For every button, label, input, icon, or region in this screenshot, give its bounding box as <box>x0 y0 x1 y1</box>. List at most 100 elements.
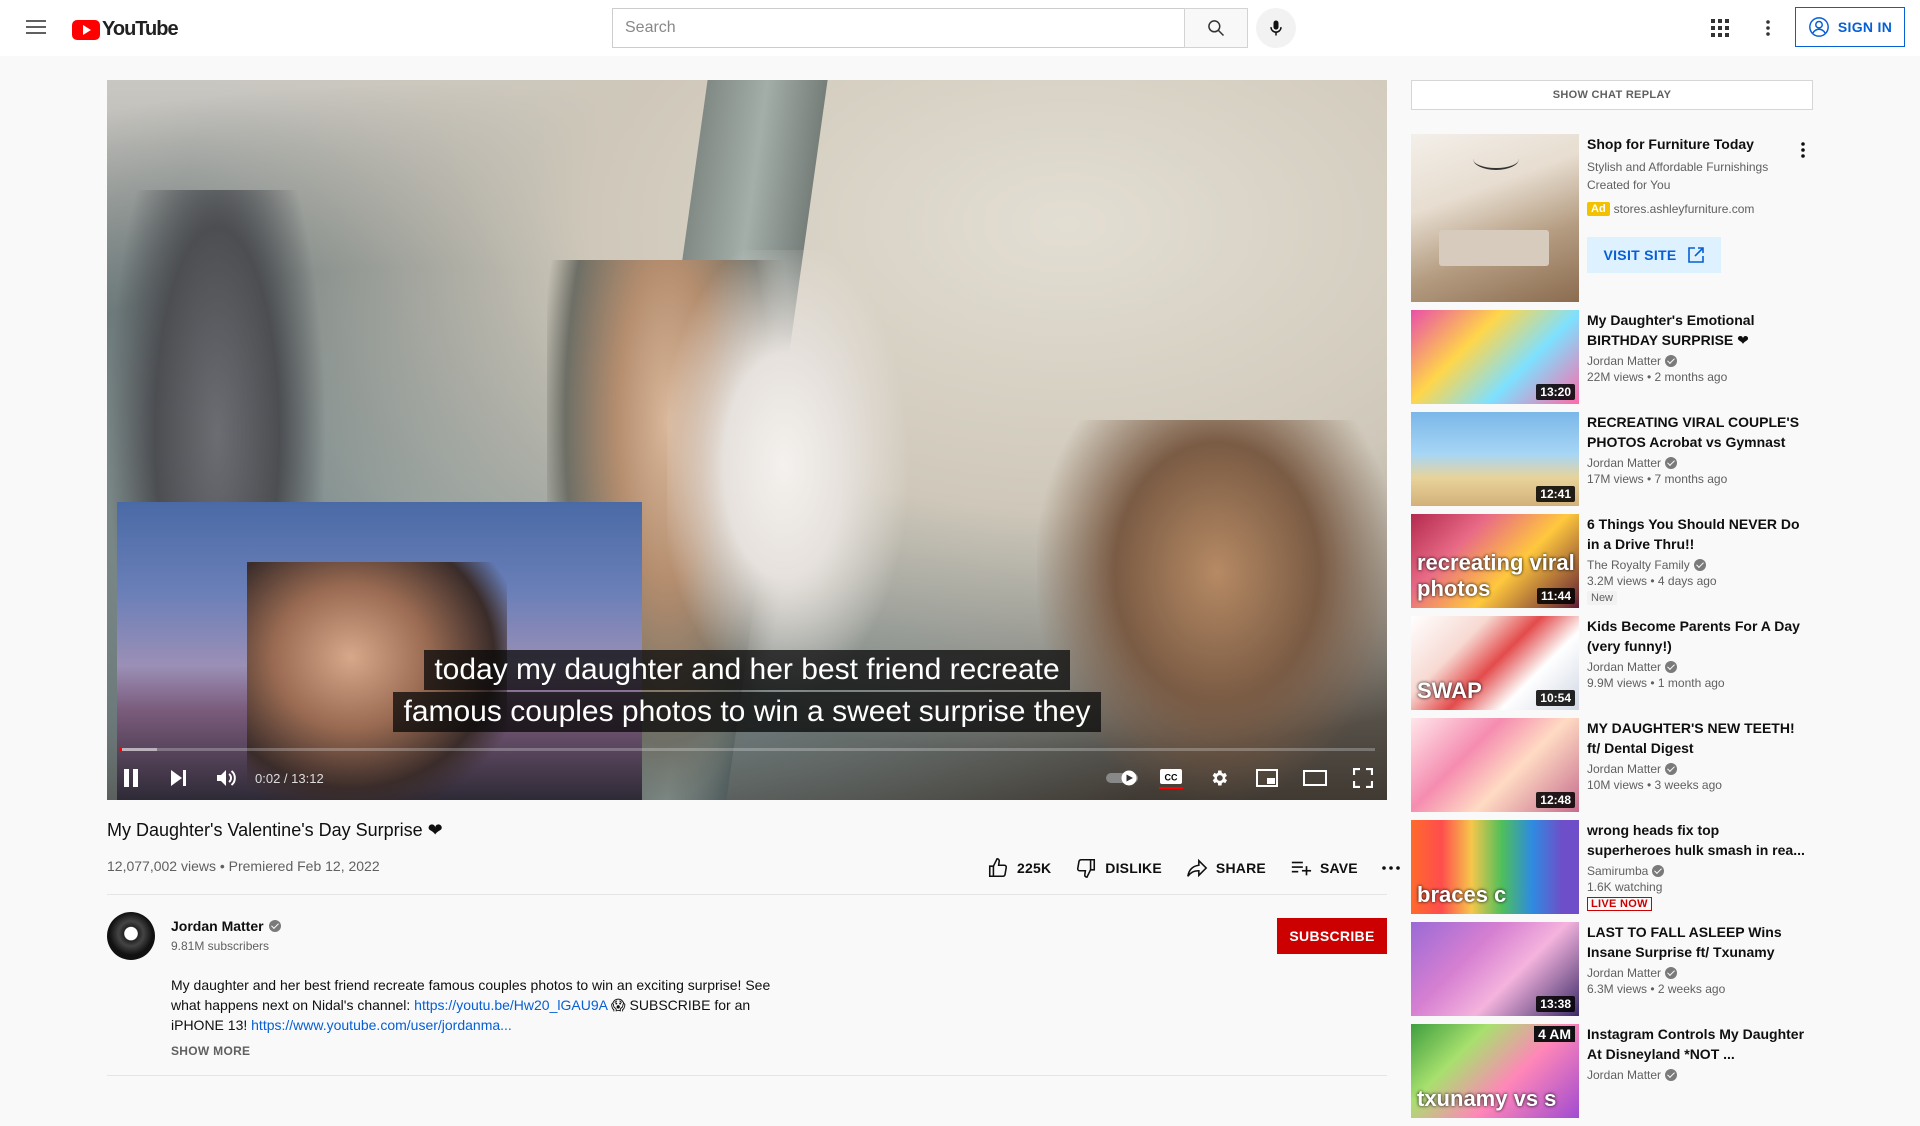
open-external-icon <box>1687 247 1704 263</box>
channel-name-text: Jordan Matter <box>1587 660 1662 674</box>
search-input[interactable] <box>612 8 1184 48</box>
recommended-video[interactable]: 12:41 RECREATING VIRAL COUPLE'S PHOTOS Ac… <box>1411 412 1813 506</box>
voice-search-button[interactable] <box>1256 8 1296 48</box>
miniplayer-button[interactable] <box>1243 756 1291 800</box>
recommended-video[interactable]: recreating viral photos 11:44 6 Things You… <box>1411 514 1813 608</box>
video-stats: 17M views • 7 months ago <box>1587 472 1728 486</box>
settings-button[interactable] <box>1195 756 1243 800</box>
video-thumbnail[interactable]: recreating viral photos 11:44 <box>1411 514 1579 608</box>
visit-site-button[interactable]: VISIT SITE <box>1587 237 1721 273</box>
logo-text: YouTube <box>102 18 179 40</box>
channel-name[interactable]: Samirumba <box>1587 864 1805 878</box>
playlist-add-icon <box>1291 861 1312 876</box>
video-title: My Daughter's Valentine's Day Surprise ❤ <box>107 820 443 840</box>
more-actions-button[interactable] <box>1370 850 1412 886</box>
show-chat-replay-button[interactable]: SHOW CHAT REPLAY <box>1411 80 1813 110</box>
caption-line-1: today my daughter and her best friend re… <box>424 650 1070 690</box>
video-player[interactable]: today my daughter and her best friend re… <box>107 80 1387 800</box>
autoplay-toggle-icon <box>1106 770 1138 786</box>
description-link-2[interactable]: https://www.youtube.com/user/jordanma... <box>251 1017 512 1033</box>
channel-name-text: The Royalty Family <box>1587 558 1690 572</box>
description-link-1[interactable]: https://youtu.be/Hw20_lGAU9A <box>414 997 607 1013</box>
video-meta: 12,077,002 views • Premiered Feb 12, 202… <box>107 858 380 874</box>
apps-button[interactable] <box>1700 12 1740 44</box>
video-title[interactable]: RECREATING VIRAL COUPLE'S PHOTOS Acrobat… <box>1587 412 1805 452</box>
dislike-button[interactable]: DISLIKE <box>1063 850 1174 886</box>
video-stats: 22M views • 2 months ago <box>1587 370 1728 384</box>
subtitles-button[interactable]: CC <box>1147 756 1195 800</box>
channel-name[interactable]: Jordan Matter <box>1587 354 1805 368</box>
channel-name-text: Jordan Matter <box>1587 762 1662 776</box>
video-details: wrong heads fix top superheroes hulk sma… <box>1579 820 1805 914</box>
video-title[interactable]: 6 Things You Should NEVER Do in a Drive … <box>1587 514 1805 554</box>
video-title[interactable]: Kids Become Parents For A Day (very funn… <box>1587 616 1805 656</box>
channel-name[interactable]: Jordan Matter <box>1587 660 1805 674</box>
pause-button[interactable] <box>107 756 155 800</box>
fullscreen-icon <box>1353 768 1373 788</box>
verified-icon <box>268 920 281 932</box>
mute-button[interactable] <box>203 756 251 800</box>
video-title[interactable]: Instagram Controls My Daughter At Disney… <box>1587 1024 1805 1064</box>
caption-window: today my daughter and her best friend re… <box>107 650 1387 734</box>
menu-icon[interactable] <box>24 16 48 40</box>
duration-badge: 11:44 <box>1536 588 1575 604</box>
video-title[interactable]: LAST TO FALL ASLEEP Wins Insane Surprise… <box>1587 922 1805 962</box>
channel-name[interactable]: Jordan Matter <box>1587 1068 1805 1082</box>
video-title[interactable]: wrong heads fix top superheroes hulk sma… <box>1587 820 1805 860</box>
youtube-logo[interactable]: YouTube <box>72 18 179 41</box>
channel-avatar[interactable] <box>107 912 155 960</box>
share-button[interactable]: SHARE <box>1174 850 1278 886</box>
ad-thumbnail[interactable] <box>1411 134 1579 302</box>
autoplay-toggle[interactable] <box>1099 756 1147 800</box>
like-button[interactable]: 225K <box>975 850 1063 886</box>
ad-menu-button[interactable] <box>1791 138 1815 162</box>
video-thumbnail[interactable]: 13:38 <box>1411 922 1579 1016</box>
sign-in-button[interactable]: SIGN IN <box>1795 7 1905 47</box>
video-thumbnail[interactable]: SWAP 10:54 <box>1411 616 1579 710</box>
video-title[interactable]: MY DAUGHTER'S NEW TEETH! ft/ Dental Dige… <box>1587 718 1805 758</box>
video-thumbnail[interactable]: 13:20 <box>1411 310 1579 404</box>
video-actions: 225K DISLIKE SHARE SAVE <box>975 850 1412 886</box>
share-label: SHARE <box>1215 860 1266 876</box>
recommended-video[interactable]: braces c wrong heads fix top superheroes … <box>1411 820 1813 914</box>
verified-icon <box>1665 457 1678 469</box>
more-vert-icon <box>1801 142 1805 158</box>
save-button[interactable]: SAVE <box>1278 850 1370 886</box>
next-button[interactable] <box>155 756 203 800</box>
ad-title[interactable]: Shop for Furniture Today <box>1587 136 1754 152</box>
progress-bar[interactable] <box>119 748 1375 751</box>
show-more-button[interactable]: SHOW MORE <box>171 1044 250 1058</box>
volume-icon <box>217 770 236 786</box>
video-stats: 10M views • 3 weeks ago <box>1587 778 1722 792</box>
search-button[interactable] <box>1184 8 1248 48</box>
thumbs-up-icon <box>988 858 1008 878</box>
recommended-video[interactable]: 13:20 My Daughter's Emotional BIRTHDAY SU… <box>1411 310 1813 404</box>
more-vert-icon <box>1766 20 1770 36</box>
channel-name[interactable]: Jordan Matter <box>1587 966 1805 980</box>
channel-name-link[interactable]: Jordan Matter <box>171 918 281 934</box>
save-label: SAVE <box>1319 860 1358 876</box>
search-box <box>612 8 1248 48</box>
channel-name[interactable]: Jordan Matter <box>1587 762 1805 776</box>
svg-text:CC: CC <box>1165 773 1178 783</box>
ad-card[interactable]: Shop for Furniture Today Stylish and Aff… <box>1411 134 1813 302</box>
recommended-video[interactable]: txunamy vs s 4 AM Instagram Controls My Da… <box>1411 1024 1813 1118</box>
video-thumbnail[interactable]: 12:48 <box>1411 718 1579 812</box>
thumbnail-corner-text: 4 AM <box>1534 1026 1575 1042</box>
closed-captions-icon: CC <box>1159 769 1183 789</box>
fullscreen-button[interactable] <box>1339 756 1387 800</box>
subscribe-button[interactable]: SUBSCRIBE <box>1277 918 1387 954</box>
channel-name[interactable]: Jordan Matter <box>1587 456 1805 470</box>
theater-mode-button[interactable] <box>1291 756 1339 800</box>
video-thumbnail[interactable]: txunamy vs s 4 AM <box>1411 1024 1579 1118</box>
recommended-video[interactable]: SWAP 10:54 Kids Become Parents For A Day (… <box>1411 616 1813 710</box>
settings-more-button[interactable] <box>1748 12 1788 44</box>
microphone-icon <box>1270 20 1282 36</box>
video-thumbnail[interactable]: braces c <box>1411 820 1579 914</box>
recommended-video[interactable]: 12:48 MY DAUGHTER'S NEW TEETH! ft/ Dental… <box>1411 718 1813 812</box>
recommended-video[interactable]: 13:38 LAST TO FALL ASLEEP Wins Insane Sur… <box>1411 922 1813 1016</box>
video-thumbnail[interactable]: 12:41 <box>1411 412 1579 506</box>
channel-name[interactable]: The Royalty Family <box>1587 558 1805 572</box>
video-title[interactable]: My Daughter's Emotional BIRTHDAY SURPRIS… <box>1587 310 1805 350</box>
video-details: My Daughter's Emotional BIRTHDAY SURPRIS… <box>1579 310 1805 404</box>
